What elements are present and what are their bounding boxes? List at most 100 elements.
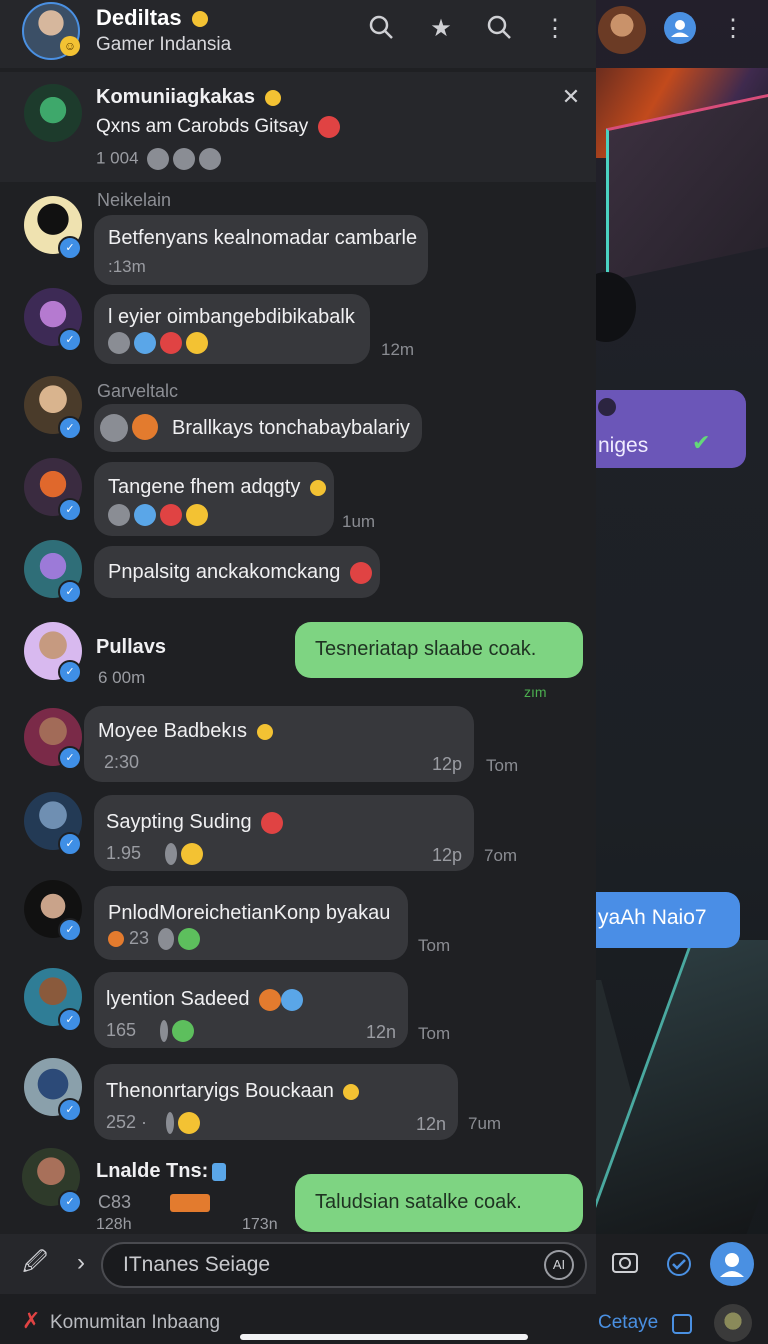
reaction-row: [104, 332, 208, 354]
message-time: 12p: [432, 754, 463, 774]
message-title: lyention Sadeed: [106, 988, 304, 1011]
outer-time: 7um: [468, 1114, 502, 1133]
emoji-icon: [132, 414, 158, 440]
emoji-icon: [186, 504, 208, 526]
check-icon[interactable]: [664, 1250, 694, 1280]
message-text: Tangene fhem adqgty: [108, 476, 326, 499]
message-bubble[interactable]: Betfenyans kealnomadar cambarle :13m: [94, 215, 428, 285]
emoji-icon: [261, 811, 284, 834]
more-icon[interactable]: ⋮: [718, 14, 748, 44]
message-bubble[interactable]: Tangene fhem adqgty: [94, 462, 334, 536]
create-label[interactable]: Cetaye: [598, 1312, 658, 1334]
emoji-icon: [349, 561, 372, 584]
message-sub: 23: [104, 928, 201, 951]
verified-icon: ✓: [58, 918, 82, 942]
home-indicator[interactable]: [240, 1334, 528, 1340]
emoji-icon: [309, 479, 326, 496]
verified-icon: ✓: [58, 416, 82, 440]
verified-icon: ✓: [58, 832, 82, 856]
chat-time: 6 00m: [98, 668, 146, 687]
sender-name: Garveltalc: [97, 381, 179, 401]
emoji-icon: [178, 928, 201, 951]
message-bubble[interactable]: Moyee Badbekıs 2:30 12p: [84, 706, 474, 782]
right-message-bubble[interactable]: niges ✔: [596, 390, 746, 468]
message-time: 12m: [381, 340, 415, 359]
message-sub: 1.95: [106, 843, 204, 866]
message-time: 173n: [242, 1216, 278, 1233]
message-time: 12n: [366, 1022, 397, 1042]
emoji-icon: [160, 504, 182, 526]
community-icon: ✗: [22, 1308, 41, 1333]
message-title: PnlodMoreichetianKonp byakau: [108, 902, 391, 924]
verified-icon: ✓: [58, 498, 82, 522]
message-text: Tesneriatap slaabe coak.: [315, 638, 537, 660]
emoji-icon: ☺: [60, 36, 80, 56]
pinned-title: Komuniiagkakas: [96, 86, 281, 109]
star-icon[interactable]: ★: [426, 14, 456, 44]
verified-icon: ✓: [58, 1190, 82, 1214]
message-bubble[interactable]: PnlodMoreichetianKonp byakau 23: [94, 886, 408, 960]
chat-subtitle: Gamer Indansia: [96, 34, 232, 55]
pinned-text: Qxns am Carobds Gitsay: [96, 116, 340, 138]
message-bubble[interactable]: lyention Sadeed 165 12n: [94, 972, 408, 1048]
emoji-icon: [181, 843, 204, 866]
emoji-icon: [160, 1020, 169, 1043]
message-sub: 2:30: [104, 752, 140, 772]
camera-icon[interactable]: [610, 1250, 640, 1280]
compose-icon[interactable]: [672, 1314, 692, 1334]
message-bubble[interactable]: Saypting Suding 1.95 12p: [94, 795, 474, 871]
emoji-icon: [108, 332, 130, 354]
background-scene: [596, 0, 768, 1344]
profile-icon[interactable]: [710, 1242, 754, 1286]
pinned-card[interactable]: Komuniiagkakas Qxns am Carobds Gitsay 1 …: [0, 72, 596, 182]
emoji-icon: [158, 928, 175, 951]
message-input[interactable]: ITnanes Seiage: [101, 1242, 587, 1288]
emoji-icon: [264, 89, 281, 106]
emoji-icon: [172, 1020, 195, 1043]
sent-message-bubble[interactable]: Taludsian satalke coak.: [295, 1174, 583, 1232]
message-time: 12n: [416, 1114, 447, 1134]
avatar[interactable]: [598, 6, 646, 54]
emoji-icon: [199, 148, 222, 170]
outer-time: Tom: [486, 756, 519, 775]
secondary-header: ⋮: [596, 0, 768, 60]
message-bubble[interactable]: l eyier oimbangebdibikabalk: [94, 294, 370, 364]
community-label[interactable]: Komumitan Inbaang: [50, 1312, 220, 1334]
close-icon[interactable]: ✕: [556, 82, 586, 112]
emoji-icon: [173, 148, 196, 170]
message-text: Pnpalsitg anckakomckang: [108, 561, 372, 584]
emoji-icon: [108, 504, 130, 526]
chat-title: Lnalde Tns:: [96, 1160, 227, 1183]
mouse-illustration: [596, 272, 636, 342]
attach-icon[interactable]: 🖉: [20, 1248, 50, 1278]
chat-header: ☺ Dediltas Gamer Indansia ★ ⋮: [0, 0, 596, 69]
profile-icon[interactable]: [664, 12, 696, 44]
message-bubble[interactable]: Pnpalsitg anckakomckang: [94, 546, 380, 598]
outer-time: 7om: [484, 846, 518, 865]
message-bubble[interactable]: Thenonrtaryigs Bouckaan 252 · 12n: [94, 1064, 458, 1140]
right-message-text: niges: [598, 434, 649, 457]
chevron-right-icon[interactable]: ›: [66, 1248, 96, 1278]
avatar[interactable]: [714, 1304, 752, 1342]
emoji-icon: [343, 1083, 360, 1100]
emoji-icon: [191, 11, 208, 28]
sent-message-bubble[interactable]: Tesneriatap slaabe coak.: [295, 622, 583, 678]
emoji-icon: [165, 843, 178, 866]
search-icon[interactable]: [484, 14, 514, 44]
verified-icon: ✓: [58, 1098, 82, 1122]
check-icon: ✔: [692, 430, 711, 455]
emoji-icon: [108, 931, 124, 948]
message-sub: 128h: [96, 1216, 132, 1233]
right-message-bubble[interactable]: yaAh Naio7: [596, 892, 740, 948]
avatar: [24, 84, 82, 142]
message-time: 1um: [342, 512, 376, 531]
message-title: Thenonrtaryigs Bouckaan: [106, 1080, 360, 1103]
right-message-text: yaAh Naio7: [598, 906, 707, 929]
sticker-icon[interactable]: AI: [544, 1250, 574, 1280]
message-text: Betfenyans kealnomadar cambarle: [108, 227, 418, 249]
search-icon[interactable]: [366, 14, 396, 44]
message-title: Saypting Suding: [106, 811, 284, 834]
more-icon[interactable]: ⋮: [540, 14, 570, 44]
message-bubble[interactable]: Brallkays tonchabaybalariy: [94, 404, 422, 452]
verified-icon: ✓: [58, 580, 82, 604]
